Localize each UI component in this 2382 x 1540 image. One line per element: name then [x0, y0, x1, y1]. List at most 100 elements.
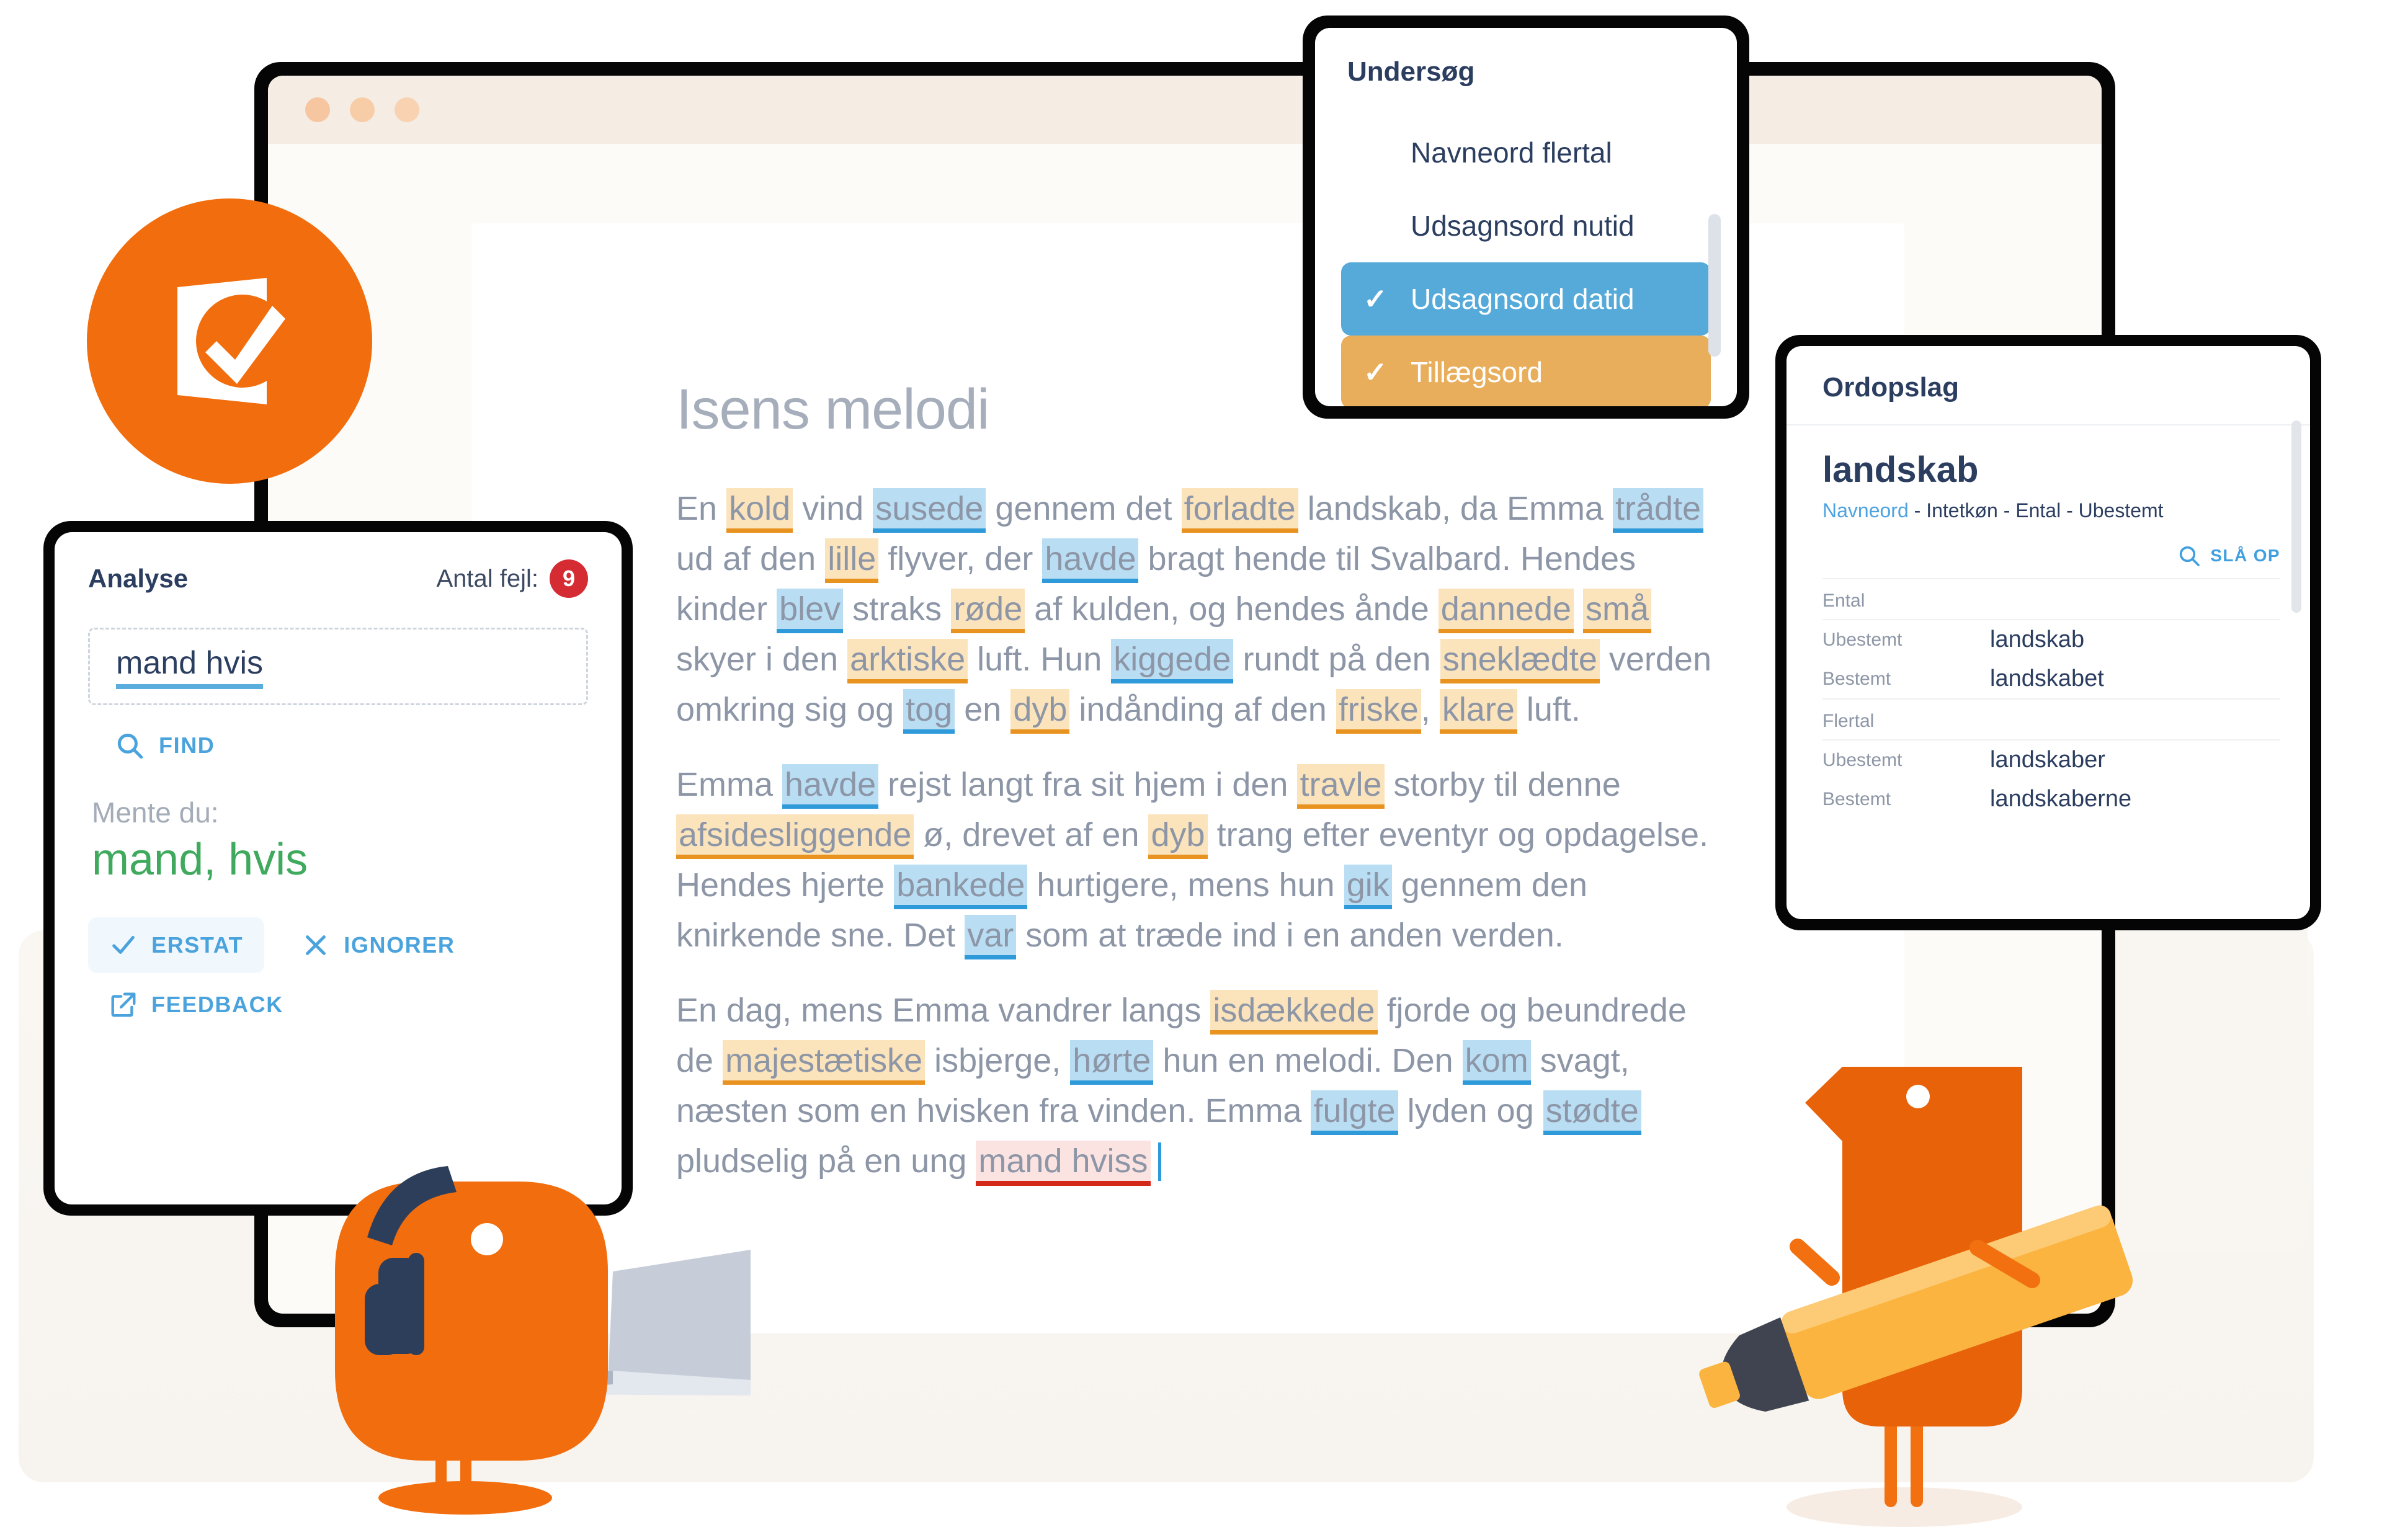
word-highlight-blue[interactable]: fulgte	[1311, 1090, 1398, 1135]
word-highlight-orange[interactable]: kold	[726, 488, 793, 533]
word-highlight-orange[interactable]: forladte	[1181, 488, 1298, 533]
word-highlight-orange[interactable]: klare	[1439, 689, 1517, 734]
word-highlight-blue[interactable]: kom	[1462, 1040, 1531, 1085]
word-highlight-blue[interactable]: blev	[777, 589, 844, 633]
word-highlight-blue[interactable]: var	[965, 915, 1017, 959]
word-highlight-orange[interactable]: dyb	[1148, 814, 1208, 859]
lookup-button[interactable]: SLÅ OP	[1822, 543, 2280, 568]
ignore-button[interactable]: IGNORER	[280, 917, 476, 973]
group-label: Ental	[1822, 578, 2280, 620]
word-highlight-blue[interactable]: kiggede	[1111, 639, 1234, 683]
word-highlight-blue[interactable]: susede	[873, 488, 986, 533]
form-label: Ubestemt	[1822, 629, 1902, 650]
analyse-input-value: mand hvis	[116, 644, 263, 689]
word-highlight-orange[interactable]: isdækkede	[1210, 990, 1378, 1035]
word-highlight-orange[interactable]: majestætiske	[723, 1040, 926, 1085]
maximize-icon[interactable]	[395, 97, 419, 122]
feedback-label: FEEDBACK	[151, 992, 283, 1017]
feedback-button[interactable]: FEEDBACK	[109, 990, 588, 1019]
minimize-icon[interactable]	[350, 97, 375, 122]
word-highlight-orange[interactable]: friske	[1336, 689, 1421, 734]
form-value: landskaberne	[1990, 786, 2132, 812]
undersog-panel: Undersøg ✓ Navneord flertal ✓ Udsagnsord…	[1303, 16, 1749, 419]
external-link-icon	[111, 992, 136, 1017]
word-highlight-blue[interactable]: bankede	[894, 865, 1028, 909]
find-label: FIND	[159, 732, 215, 758]
word-highlight-orange[interactable]: røde	[951, 589, 1025, 633]
word-highlight-blue[interactable]: trådte	[1612, 488, 1704, 533]
find-button[interactable]: FIND	[114, 730, 588, 761]
form-label: Bestemt	[1822, 668, 1891, 689]
check-icon: ✓	[1363, 283, 1388, 315]
word-highlight-orange[interactable]: dyb	[1010, 689, 1070, 734]
ordopslag-panel-body: Ordopslag landskab Navneord - Intetkøn -…	[1787, 346, 2310, 919]
form-label: Bestemt	[1822, 788, 1891, 809]
table-row: Ubestemt landskab	[1822, 620, 2280, 659]
check-icon: ✓	[1363, 356, 1388, 388]
document-title: Isens melodi	[676, 378, 989, 441]
ordopslag-title: Ordopslag	[1787, 346, 2310, 425]
analyse-input[interactable]: mand hvis	[88, 628, 588, 705]
word-highlight-blue[interactable]: hørte	[1070, 1040, 1154, 1085]
paragraph: Emma havde rejst langt fra sit hjem i de…	[676, 760, 1718, 961]
undersog-option-selected-blue[interactable]: ✓ Udsagnsord datid	[1341, 262, 1711, 336]
table-row: Bestemt landskabet	[1822, 659, 2280, 699]
undersog-title: Undersøg	[1347, 56, 1475, 87]
dictionary-meta-rest: - Intetkøn - Ental - Ubestemt	[1908, 499, 2164, 522]
search-icon	[117, 733, 143, 759]
mascot-bird-headphones	[335, 1166, 751, 1515]
text-caret	[1158, 1142, 1161, 1181]
undersog-option-selected-orange[interactable]: ✓ Tillægsord	[1341, 336, 1711, 406]
undersog-scrollbar[interactable]	[1708, 214, 1721, 357]
close-icon	[306, 935, 326, 955]
group-label: Flertal	[1822, 698, 2280, 741]
ordopslag-scrollbar[interactable]	[2291, 421, 2301, 613]
ignore-label: IGNORER	[344, 932, 455, 958]
word-highlight-blue[interactable]: havde	[1042, 538, 1139, 583]
word-highlight-orange[interactable]: afsidesliggende	[676, 814, 914, 859]
word-highlight-blue[interactable]: havde	[782, 764, 879, 809]
ordopslag-content: landskab Navneord - Intetkøn - Ental - U…	[1787, 425, 2310, 819]
undersog-option[interactable]: ✓ Udsagnsord nutid	[1341, 189, 1711, 262]
analyse-header: Analyse Antal fejl: 9	[88, 559, 588, 598]
word-highlight-blue[interactable]: tog	[903, 689, 955, 734]
suggestion-label: Mente du:	[92, 796, 219, 829]
document-body[interactable]: En kold vind susede gennem det forladte …	[676, 484, 1718, 1211]
dictionary-pos: Navneord	[1822, 499, 1909, 522]
word-highlight-orange[interactable]: lille	[825, 538, 879, 583]
form-value: landskabet	[1990, 665, 2104, 692]
ordopslag-panel: Ordopslag landskab Navneord - Intetkøn -…	[1775, 335, 2321, 930]
browser-titlebar	[268, 76, 2102, 144]
table-row: Bestemt landskaberne	[1822, 780, 2280, 819]
word-highlight-orange[interactable]: travle	[1297, 764, 1385, 809]
word-highlight-orange[interactable]: små	[1583, 589, 1652, 633]
form-value: landskab	[1990, 626, 2085, 652]
replace-button[interactable]: ERSTAT	[88, 917, 265, 973]
screenshot-stage: Isens melodi En kold vind susede gennem …	[0, 0, 2382, 1540]
app-logo	[87, 198, 372, 484]
undersog-option-label: Udsagnsord nutid	[1411, 210, 1635, 242]
table-row: Ubestemt landskaber	[1822, 740, 2280, 780]
document-check-icon	[177, 278, 289, 404]
search-icon	[2180, 546, 2200, 566]
error-count-group: Antal fejl: 9	[436, 559, 588, 598]
dictionary-meta: Navneord - Intetkøn - Ental - Ubestemt	[1822, 499, 2280, 522]
dictionary-headword: landskab	[1822, 450, 1979, 490]
word-highlight-orange[interactable]: sneklædte	[1440, 639, 1600, 683]
word-highlight-blue[interactable]: gik	[1344, 865, 1392, 909]
spelling-error-highlight[interactable]: mand hviss	[976, 1141, 1151, 1186]
table-group-header: Ental	[1822, 578, 2280, 620]
word-highlight-orange[interactable]: arktiske	[847, 639, 968, 683]
mascot-bird-highlighter	[1699, 1067, 2133, 1527]
eye	[1906, 1085, 1930, 1108]
word-highlight-blue[interactable]: stødte	[1543, 1090, 1641, 1135]
inflection-table: Ental Ubestemt landskab Bestemt landskabet…	[1822, 578, 2280, 819]
analyse-title: Analyse	[88, 564, 189, 593]
undersog-option-list: ✓ Navneord flertal ✓ Udsagnsord nutid ✓ …	[1315, 116, 1737, 406]
close-icon[interactable]	[305, 97, 330, 122]
word-highlight-orange[interactable]: dannede	[1438, 589, 1574, 633]
undersog-option-label: Navneord flertal	[1411, 136, 1612, 169]
replace-label: ERSTAT	[151, 932, 244, 958]
error-count-label: Antal fejl:	[436, 564, 538, 592]
undersog-option[interactable]: ✓ Navneord flertal	[1341, 116, 1711, 189]
